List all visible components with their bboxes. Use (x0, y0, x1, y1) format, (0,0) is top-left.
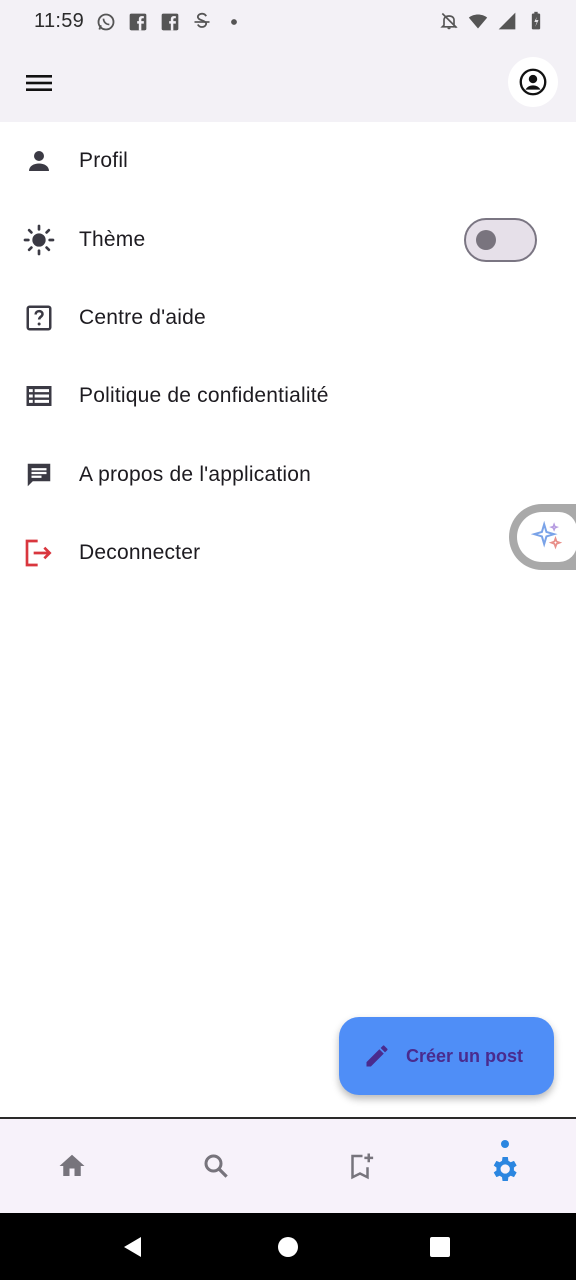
app-icon (194, 12, 210, 28)
account-button[interactable] (508, 57, 558, 107)
settings-item-help[interactable]: Centre d'aide (0, 279, 576, 357)
system-recents-button[interactable] (417, 1213, 463, 1280)
settings-item-label: Politique de confidentialité (79, 384, 329, 408)
circle-icon (278, 1236, 298, 1257)
bookmark-add-icon (351, 1153, 374, 1180)
create-post-label: Créer un post (406, 1046, 524, 1066)
account-circle-icon (519, 68, 547, 96)
facebook-icon (161, 13, 179, 31)
system-nav-bar (0, 1213, 576, 1280)
theme-toggle[interactable] (464, 218, 537, 262)
settings-item-label: Thème (79, 227, 146, 251)
edit-icon (366, 1045, 388, 1067)
bottom-nav (0, 1119, 576, 1213)
system-back-button[interactable] (110, 1213, 156, 1280)
settings-icon (493, 1157, 517, 1181)
signal-icon (498, 12, 516, 30)
nav-home[interactable] (0, 1119, 144, 1213)
settings-item-label: Centre d'aide (79, 305, 206, 329)
settings-item-privacy[interactable]: Politique de confidentialité (0, 357, 576, 435)
facebook-icon (129, 13, 147, 31)
sparkle-icon (530, 520, 563, 550)
back-icon (124, 1236, 141, 1257)
menu-button[interactable] (18, 64, 60, 102)
nav-search[interactable] (144, 1119, 288, 1213)
list-icon (22, 379, 56, 413)
chat-icon (22, 458, 56, 492)
home-icon (59, 1154, 85, 1176)
person-icon (22, 144, 56, 178)
status-time: 11:59 (34, 10, 85, 32)
notifications-off-icon (440, 12, 458, 30)
status-left-icons (96, 12, 244, 32)
nav-bookmarks[interactable] (288, 1119, 432, 1213)
battery-icon (531, 11, 541, 30)
status-right-icons (439, 11, 546, 31)
whatsapp-icon (97, 13, 115, 31)
create-post-button[interactable]: Créer un post (339, 1017, 554, 1095)
settings-item-logout[interactable]: Deconnecter (0, 514, 576, 592)
nav-settings[interactable] (432, 1119, 576, 1213)
dot-icon (231, 19, 237, 25)
toggle-knob (476, 229, 496, 250)
active-indicator (501, 1140, 509, 1148)
assistant-bubble-inner (517, 512, 576, 562)
app-bar (0, 44, 576, 122)
settings-item-label: A propos de l'application (79, 462, 312, 486)
help-icon (22, 301, 56, 335)
search-icon (204, 1154, 228, 1178)
system-home-button[interactable] (265, 1213, 311, 1280)
assistant-bubble[interactable] (509, 504, 576, 570)
settings-item-about[interactable]: A propos de l'application (0, 436, 576, 514)
settings-list: Profil Thème Centre d'aide Politique de … (0, 122, 576, 592)
logout-icon (22, 536, 56, 570)
square-icon (430, 1236, 450, 1257)
settings-item-profil[interactable]: Profil (0, 122, 576, 200)
wifi-icon (468, 14, 488, 29)
settings-item-label: Profil (79, 149, 129, 173)
settings-item-label: Deconnecter (79, 541, 201, 565)
status-bar: 11:59 (0, 0, 576, 44)
brightness-icon (22, 223, 56, 257)
menu-icon (26, 75, 52, 91)
